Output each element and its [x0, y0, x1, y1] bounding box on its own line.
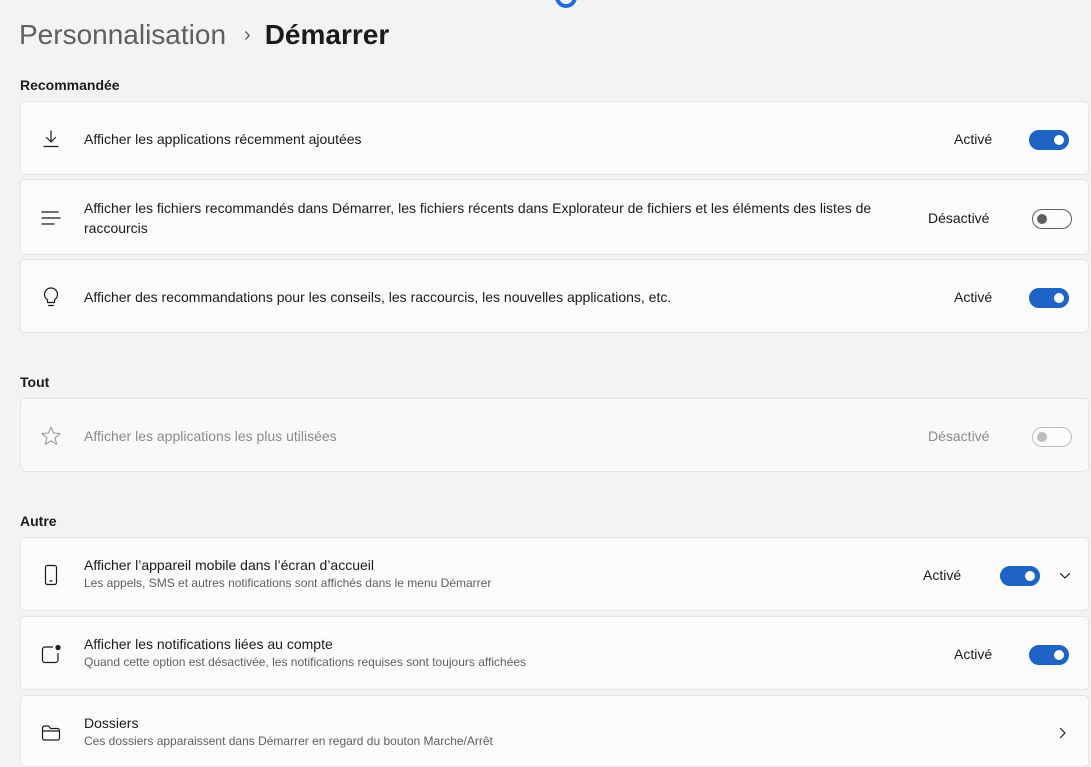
setting-card-mobile-device[interactable]: Afficher l’appareil mobile dans l’écran …	[20, 537, 1089, 611]
setting-label: Dossiers	[84, 715, 139, 731]
section-title-recommended: Recommandée	[20, 77, 120, 93]
toggle-state-text: Activé	[923, 567, 962, 583]
account-notifications-toggle[interactable]	[1029, 645, 1069, 665]
section-title-all: Tout	[20, 374, 50, 390]
page-title: Démarrer	[264, 19, 390, 50]
setting-label-block: Afficher l’appareil mobile dans l’écran …	[84, 555, 491, 591]
recommended-files-toggle[interactable]	[1032, 209, 1072, 229]
setting-description: Les appels, SMS et autres notifications …	[84, 576, 492, 590]
setting-label: Afficher l’appareil mobile dans l’écran …	[84, 557, 375, 573]
recommendations-toggle[interactable]	[1029, 288, 1069, 308]
setting-description: Ces dossiers apparaissent dans Démarrer …	[84, 734, 493, 748]
breadcrumb-parent[interactable]: Personnalisation	[19, 21, 226, 49]
setting-label: Afficher les applications récemment ajou…	[84, 131, 362, 147]
chevron-down-icon[interactable]	[1057, 568, 1073, 584]
chevron-right-icon[interactable]	[1055, 725, 1071, 741]
most-used-toggle	[1032, 427, 1072, 447]
setting-card-most-used: Afficher les applications les plus utili…	[20, 398, 1089, 472]
folder-icon	[38, 720, 64, 746]
phone-icon	[38, 562, 64, 588]
setting-label: Afficher des recommandations pour les co…	[84, 289, 672, 305]
mobile-device-toggle[interactable]	[1000, 566, 1040, 586]
setting-card-recommendations[interactable]: Afficher des recommandations pour les co…	[20, 259, 1089, 333]
setting-label: Afficher les applications les plus utili…	[84, 428, 337, 444]
top-accent-decoration	[555, 0, 577, 8]
setting-card-recommended-files[interactable]: Afficher les fichiers recommandés dans D…	[20, 179, 1089, 255]
setting-description: Quand cette option est désactivée, les n…	[84, 655, 527, 669]
toggle-state-text: Activé	[954, 131, 993, 147]
section-title-other: Autre	[20, 513, 57, 529]
star-icon	[38, 423, 64, 449]
breadcrumb-separator-icon: ›	[244, 24, 251, 46]
toggle-state-text: Activé	[954, 646, 993, 662]
setting-label: Afficher les notifications liées au comp…	[84, 636, 333, 652]
download-icon	[38, 126, 64, 152]
recent-apps-toggle[interactable]	[1029, 130, 1069, 150]
breadcrumb: Personnalisation › Démarrer	[19, 14, 389, 56]
setting-card-folders[interactable]: Dossiers Ces dossiers apparaissent dans …	[20, 695, 1089, 767]
setting-card-recent-apps[interactable]: Afficher les applications récemment ajou…	[20, 101, 1089, 175]
lightbulb-icon	[38, 284, 64, 310]
toggle-state-text: Désactivé	[928, 428, 990, 444]
toggle-state-text: Activé	[954, 289, 993, 305]
setting-card-account-notifications[interactable]: Afficher les notifications liées au comp…	[20, 616, 1089, 690]
lines-icon	[38, 205, 64, 231]
setting-label: Afficher les fichiers recommandés dans D…	[84, 200, 872, 236]
setting-label-block: Dossiers Ces dossiers apparaissent dans …	[84, 713, 493, 749]
setting-label-block: Afficher les notifications liées au comp…	[84, 634, 526, 670]
toggle-state-text: Désactivé	[928, 210, 990, 226]
notification-badge-icon	[38, 641, 64, 667]
